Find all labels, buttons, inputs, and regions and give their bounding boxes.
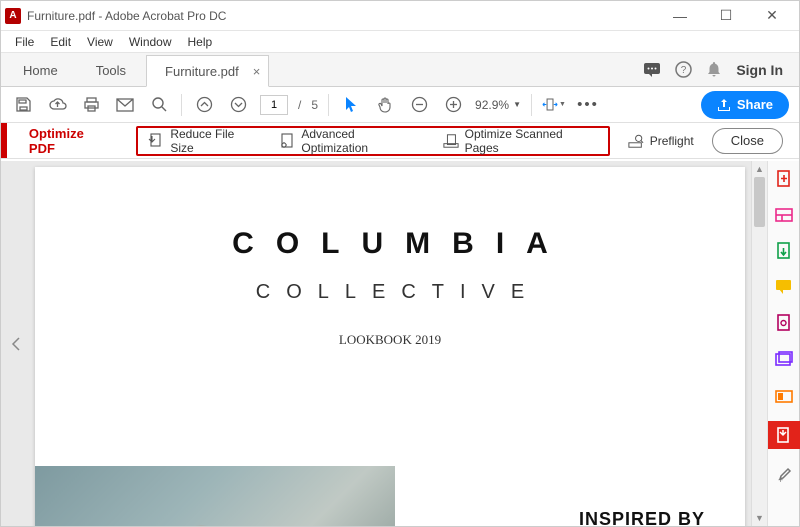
optimize-toolbar: Optimize PDF Reduce File Size Advanced O… [1, 123, 799, 159]
tab-home[interactable]: Home [5, 54, 76, 86]
tab-close-icon[interactable]: × [253, 64, 261, 79]
bell-icon[interactable] [706, 61, 722, 78]
scroll-down-icon[interactable]: ▼ [752, 510, 767, 526]
document-heading-1: COLUMBIA [57, 227, 745, 261]
page-nav-left-icon[interactable] [7, 334, 25, 354]
comment-icon[interactable] [774, 277, 794, 297]
window-maximize-button[interactable]: ☐ [703, 1, 749, 31]
svg-text:+: + [778, 475, 783, 484]
app-icon: A [5, 8, 21, 24]
scanned-label: Optimize Scanned Pages [465, 127, 598, 155]
tab-strip: Home Tools Furniture.pdf × ? Sign In [1, 53, 799, 87]
export-pdf-icon[interactable] [774, 241, 794, 261]
document-inspired-text: INSPIRED BY [579, 509, 705, 526]
tab-tools[interactable]: Tools [78, 54, 144, 86]
protect-icon[interactable] [774, 385, 794, 405]
edit-pdf-icon[interactable] [774, 205, 794, 225]
more-tools-icon[interactable]: + [774, 465, 794, 485]
page-separator: / [298, 98, 301, 112]
svg-text:?: ? [681, 65, 687, 76]
create-pdf-icon[interactable] [774, 169, 794, 189]
content-area: COLUMBIA COLLECTIVE LOOKBOOK 2019 INSPIR… [1, 161, 799, 526]
preflight-label: Preflight [650, 134, 694, 148]
zoom-value-label: 92.9% [475, 98, 509, 112]
sign-in-button[interactable]: Sign In [736, 62, 783, 78]
select-tool-icon[interactable] [339, 93, 363, 117]
document-subtitle: LOOKBOOK 2019 [35, 332, 745, 348]
main-toolbar: / 5 92.9% ▼ ▼ ••• Share [1, 87, 799, 123]
print-icon[interactable] [79, 93, 103, 117]
reduce-icon [148, 133, 164, 149]
cloud-icon[interactable] [45, 93, 69, 117]
document-heading-2: COLLECTIVE [51, 281, 745, 304]
search-icon[interactable] [147, 93, 171, 117]
advanced-optimization-button[interactable]: Advanced Optimization [275, 129, 426, 153]
share-button[interactable]: Share [701, 91, 789, 119]
page-up-icon[interactable] [192, 93, 216, 117]
scroll-up-icon[interactable]: ▲ [752, 161, 767, 177]
tab-document[interactable]: Furniture.pdf × [146, 55, 269, 87]
hand-tool-icon[interactable] [373, 93, 397, 117]
window-minimize-button[interactable]: — [657, 1, 703, 31]
fit-width-icon[interactable]: ▼ [542, 93, 566, 117]
organize-icon[interactable] [774, 313, 794, 333]
menu-window[interactable]: Window [121, 33, 180, 51]
scroll-track[interactable] [752, 177, 767, 510]
optimize-stripe [1, 123, 7, 158]
mail-icon[interactable] [113, 93, 137, 117]
document-viewport[interactable]: COLUMBIA COLLECTIVE LOOKBOOK 2019 INSPIR… [1, 161, 767, 526]
preflight-button[interactable]: Preflight [624, 129, 698, 153]
menu-edit[interactable]: Edit [42, 33, 79, 51]
tab-document-label: Furniture.pdf [165, 64, 239, 79]
optimize-close-button[interactable]: Close [712, 128, 783, 154]
scanned-icon [443, 133, 459, 149]
window-titlebar: A Furniture.pdf - Adobe Acrobat Pro DC —… [1, 1, 799, 31]
window-close-button[interactable]: ✕ [749, 1, 795, 31]
sign-icon[interactable] [774, 349, 794, 369]
page-number-input[interactable] [260, 95, 288, 115]
window-title: Furniture.pdf - Adobe Acrobat Pro DC [27, 9, 226, 23]
zoom-out-icon[interactable] [407, 93, 431, 117]
vertical-scrollbar[interactable]: ▲ ▼ [751, 161, 767, 526]
share-icon [717, 98, 731, 112]
page-down-icon[interactable] [226, 93, 250, 117]
document-photo [35, 466, 395, 526]
reduce-file-size-button[interactable]: Reduce File Size [144, 129, 263, 153]
preflight-icon [628, 133, 644, 149]
optimize-highlighted-group: Reduce File Size Advanced Optimization O… [136, 126, 609, 156]
zoom-dropdown[interactable]: 92.9% ▼ [475, 98, 521, 112]
zoom-in-icon[interactable] [441, 93, 465, 117]
chat-icon[interactable] [643, 62, 661, 78]
share-label: Share [737, 97, 773, 112]
menu-file[interactable]: File [7, 33, 42, 51]
chevron-down-icon: ▼ [513, 100, 521, 109]
menu-view[interactable]: View [79, 33, 121, 51]
document-page: COLUMBIA COLLECTIVE LOOKBOOK 2019 INSPIR… [35, 167, 745, 526]
right-tool-rail: + [767, 161, 799, 526]
save-icon[interactable] [11, 93, 35, 117]
more-icon[interactable]: ••• [576, 93, 600, 117]
help-icon[interactable]: ? [675, 61, 692, 78]
optimize-pdf-rail-icon[interactable] [768, 421, 800, 449]
advanced-label: Advanced Optimization [301, 127, 422, 155]
page-total: 5 [311, 98, 318, 112]
menu-help[interactable]: Help [180, 33, 221, 51]
menu-bar: File Edit View Window Help [1, 31, 799, 53]
scroll-thumb[interactable] [754, 177, 765, 227]
optimize-label: Optimize PDF [29, 126, 112, 156]
optimize-scanned-button[interactable]: Optimize Scanned Pages [439, 129, 602, 153]
reduce-label: Reduce File Size [170, 127, 259, 155]
advanced-icon [279, 133, 295, 149]
